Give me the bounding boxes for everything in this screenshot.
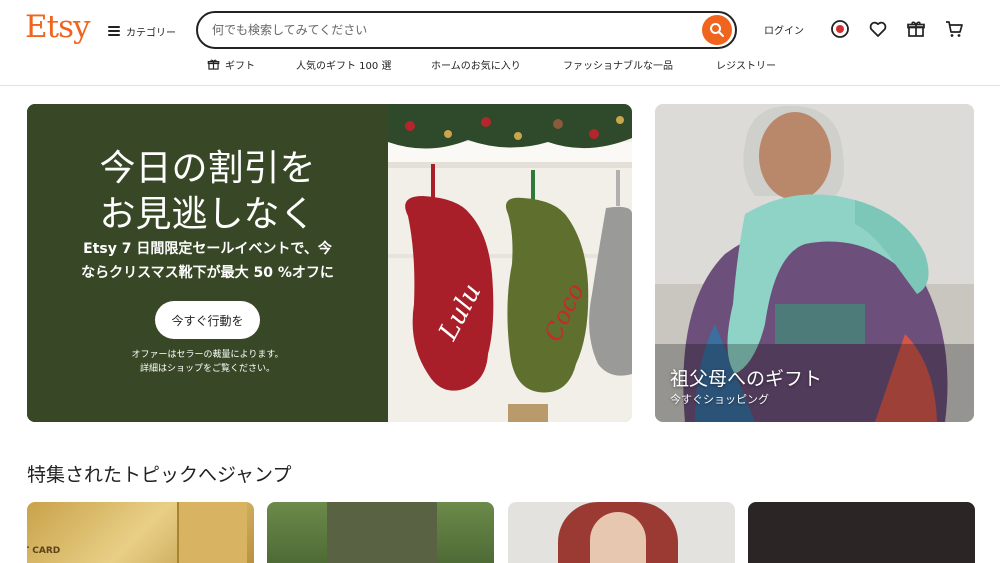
menu-icon [108,26,120,36]
site-header: Etsy カテゴリー ログイン [0,0,1000,86]
record-icon[interactable] [829,18,851,40]
hero-subtitle-line: ならクリスマス靴下が最大 50 %オフに [81,265,334,281]
hero-text-panel: 今日の割引を お見逃しなく Etsy 7 日間限定セールイベントで、今 ならクリ… [27,104,388,422]
hero-disclaimer: オファーはセラーの裁量によります。 詳細はショップをご覧ください。 [57,348,358,376]
subnav-item-home-favorites[interactable]: ホームのお気に入り [431,57,521,72]
login-link[interactable]: ログイン [764,22,804,37]
search-bar [196,11,737,49]
search-input[interactable] [212,21,692,39]
grandparents-gift-banner[interactable]: 祖父母へのギフト 今すぐショッピング [655,104,974,422]
face-shape [590,512,646,563]
gift-card-text: T CARD [27,546,61,556]
shop-now-link[interactable]: 今すぐショッピング [670,391,769,407]
hero-title: 今日の割引を お見逃しなく [27,146,388,238]
categories-label: カテゴリー [126,27,176,39]
topic-card[interactable] [748,502,975,563]
topic-card[interactable] [267,502,494,563]
subnav-item-gifts[interactable]: ギフト [207,57,255,72]
cart-icon[interactable] [943,18,965,40]
clothing-shape [327,502,437,563]
hero-subtitle: Etsy 7 日間限定セールイベントで、今 ならクリスマス靴下が最大 50 %オ… [57,237,358,285]
subnav-label: ギフト [225,61,255,72]
hero-subtitle-line: Etsy 7 日間限定セールイベントで、今 [83,241,332,257]
hero-title-line: 今日の割引を [99,148,316,189]
search-icon [710,23,724,37]
heart-icon[interactable] [867,18,889,40]
topic-card[interactable] [508,502,735,563]
gold-card-shape [177,502,247,563]
hero-cta-button[interactable]: 今すぐ行動を [155,301,260,339]
etsy-logo[interactable]: Etsy [25,9,91,45]
subnav-item-top-gifts[interactable]: 人気のギフト 100 選 [296,57,391,72]
hero-disclaimer-line: オファーはセラーの裁量によります。 [131,350,284,360]
sub-navigation: ギフト 人気のギフト 100 選 ホームのお気に入り ファッショナブルな一品 レ… [0,57,1000,75]
stockings-illustration: Lulu Coco [388,104,632,422]
gift-icon [207,59,220,70]
hero-banner: 今日の割引を お見逃しなく Etsy 7 日間限定セールイベントで、今 ならクリ… [27,104,632,422]
subnav-item-registry[interactable]: レジストリー [716,57,776,72]
search-button[interactable] [702,15,732,45]
subnav-item-fashion[interactable]: ファッショナブルな一品 [563,57,673,72]
topic-card[interactable]: T CARD [27,502,254,563]
stockings-image: Lulu Coco [388,104,632,422]
hero-title-line: お見逃しなく [99,194,316,235]
hero-disclaimer-line: 詳細はショップをご覧ください。 [139,364,275,374]
gift-icon[interactable] [905,18,927,40]
side-banner-title: 祖父母へのギフト [670,368,823,390]
featured-topics-title: 特集されたトピックへジャンプ [27,464,292,486]
categories-button[interactable]: カテゴリー [108,22,176,40]
